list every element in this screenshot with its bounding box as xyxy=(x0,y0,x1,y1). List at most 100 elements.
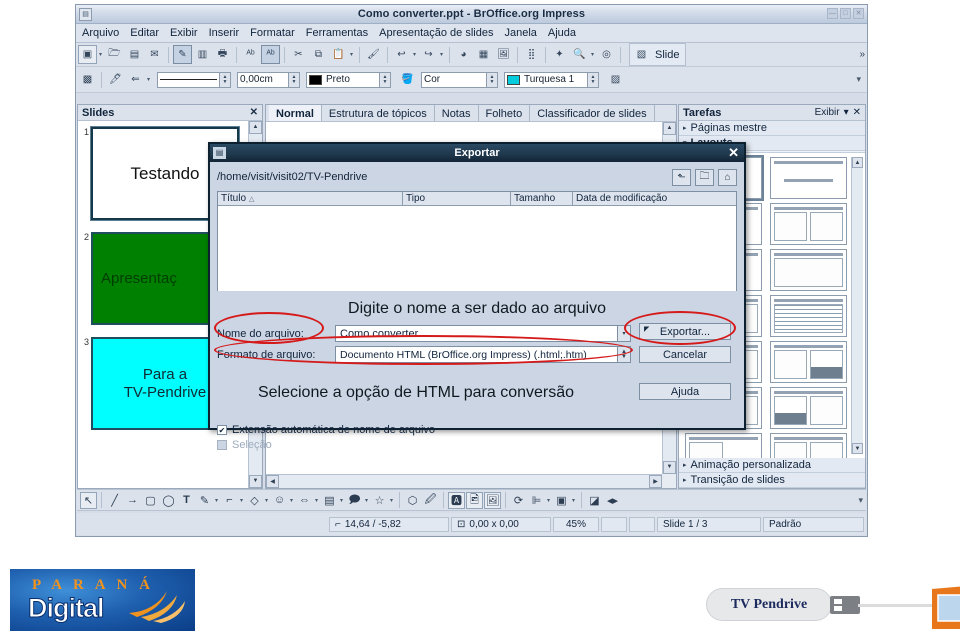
arrange-icon[interactable]: ▣ xyxy=(553,492,570,509)
line-style-combo[interactable] xyxy=(157,71,220,88)
alignment-icon[interactable]: ⊫ xyxy=(528,492,545,509)
menu-editar[interactable]: Editar xyxy=(130,27,159,39)
alignment-dropdown-icon[interactable]: ▾ xyxy=(545,497,552,504)
scroll-up-icon[interactable]: ▲ xyxy=(249,121,262,134)
table-icon[interactable]: ▦ xyxy=(474,45,493,64)
slides-panel-close-icon[interactable]: ✕ xyxy=(250,107,258,118)
fill-color-combo[interactable]: Turquesa 1 xyxy=(504,71,588,88)
fill-style-spinner[interactable]: ▲ ▼ xyxy=(487,71,498,88)
block-arrows-icon[interactable]: ⇔ xyxy=(296,492,313,509)
layout-item-two-content[interactable] xyxy=(770,203,847,245)
basic-shapes-dropdown-icon[interactable]: ▾ xyxy=(263,497,270,504)
tab-classificador-de-slides[interactable]: Classificador de slides xyxy=(530,105,655,121)
new-document-icon[interactable]: ▣ xyxy=(78,45,97,64)
line-color-combo[interactable]: Preto xyxy=(306,71,380,88)
image-icon[interactable]: 🖼 xyxy=(494,45,513,64)
autospellcheck-icon[interactable]: ᴬᵇ xyxy=(261,45,280,64)
menu-ajuda[interactable]: Ajuda xyxy=(548,27,576,39)
scroll-up-icon[interactable]: ▲ xyxy=(663,122,676,135)
help-icon[interactable]: ◎ xyxy=(597,45,616,64)
slide-properties-icon[interactable]: ▩ xyxy=(78,70,97,89)
cancel-button[interactable]: Cancelar xyxy=(639,346,731,363)
copy-icon[interactable]: ⧉ xyxy=(309,45,328,64)
menu-janela[interactable]: Janela xyxy=(504,27,536,39)
gallery-icon[interactable]: 🖼 xyxy=(484,491,501,509)
column-tamanho[interactable]: Tamanho xyxy=(511,192,573,205)
email-icon[interactable]: ✉ xyxy=(145,45,164,64)
canvas-horizontal-scrollbar[interactable]: ◀ ▶ xyxy=(266,474,662,488)
scroll-down-icon[interactable]: ▼ xyxy=(663,461,676,474)
fill-color-spinner[interactable]: ▲ ▼ xyxy=(588,71,599,88)
filename-input[interactable]: Como converter xyxy=(335,325,618,342)
select-icon[interactable]: ↖ xyxy=(80,491,97,509)
column-tipo[interactable]: Tipo xyxy=(403,192,511,205)
zoom-dropdown-icon[interactable]: ▾ xyxy=(589,51,596,58)
area-style-icon[interactable]: 🪣 xyxy=(398,70,417,89)
basic-shapes-icon[interactable]: ◇ xyxy=(246,492,263,509)
task-section-animacao-personalizada[interactable]: ▸ Animação personalizada xyxy=(679,458,865,473)
tab-folheto[interactable]: Folheto xyxy=(479,105,531,121)
new-document-dropdown-icon[interactable]: ▾ xyxy=(97,51,104,58)
menu-formatar[interactable]: Formatar xyxy=(250,27,295,39)
auto-extension-checkbox[interactable]: ✔ xyxy=(217,425,227,435)
line-style-spinner[interactable]: ▲ ▼ xyxy=(220,71,231,88)
effects-icon[interactable]: ✦ xyxy=(550,45,569,64)
menu-apresentacao-de-slides[interactable]: Apresentação de slides xyxy=(379,27,493,39)
menu-arquivo[interactable]: Arquivo xyxy=(82,27,119,39)
filetype-spinner-icon[interactable]: ▲ ▼ xyxy=(618,346,631,363)
stars-dropdown-icon[interactable]: ▾ xyxy=(388,497,395,504)
line-color-spinner[interactable]: ▲ ▼ xyxy=(380,71,391,88)
menu-ferramentas[interactable]: Ferramentas xyxy=(306,27,368,39)
open-icon[interactable]: 🗁 xyxy=(105,45,124,64)
filename-dropdown-icon[interactable]: ▾ xyxy=(618,325,631,342)
layout-item-chart-list-2[interactable] xyxy=(770,387,847,429)
stars-icon[interactable]: ☆ xyxy=(371,492,388,509)
block-arrows-dropdown-icon[interactable]: ▾ xyxy=(313,497,320,504)
create-folder-button[interactable]: 🗀 xyxy=(695,168,714,186)
task-section-transicao-de-slides[interactable]: ▸ Transição de slides xyxy=(679,473,865,488)
arrange-dropdown-icon[interactable]: ▾ xyxy=(570,497,577,504)
arrow-style-dropdown-icon[interactable]: ▾ xyxy=(145,76,152,83)
tasks-view-label[interactable]: Exibir xyxy=(815,107,840,118)
export-pdf-icon[interactable]: ▥ xyxy=(193,45,212,64)
column-data-de-modificacao[interactable]: Data de modificação xyxy=(573,192,736,205)
up-one-level-button[interactable]: ⬑ xyxy=(672,168,691,186)
save-icon[interactable]: ▤ xyxy=(125,45,144,64)
layouts-scrollbar[interactable]: ▲ ▼ xyxy=(851,157,863,454)
close-button[interactable]: ✕ xyxy=(853,8,864,19)
file-list[interactable]: Título △ Tipo Tamanho Data de modificaçã… xyxy=(217,191,737,291)
menu-inserir[interactable]: Inserir xyxy=(209,27,240,39)
curve-icon[interactable]: ✎ xyxy=(196,492,213,509)
filetype-select[interactable]: Documento HTML (BrOffice.org Impress) (.… xyxy=(335,346,618,363)
statusbar-zoom[interactable]: 45% xyxy=(553,516,599,532)
paste-dropdown-icon[interactable]: ▾ xyxy=(348,51,355,58)
glue-points-icon[interactable]: 🖉 xyxy=(422,492,439,509)
minimize-button[interactable]: — xyxy=(827,8,838,19)
rotate-icon[interactable]: ⟳ xyxy=(510,492,527,509)
layout-item-list-chart[interactable] xyxy=(770,341,847,383)
tab-notas[interactable]: Notas xyxy=(435,105,479,121)
fill-style-combo[interactable]: Cor xyxy=(421,71,487,88)
export-button[interactable]: ◤ Exportar... xyxy=(639,323,731,340)
undo-dropdown-icon[interactable]: ▾ xyxy=(411,51,418,58)
default-directory-button[interactable]: ⌂ xyxy=(718,168,737,186)
spellcheck-icon[interactable]: ᴬᵇ xyxy=(241,45,260,64)
symbol-shapes-icon[interactable]: ☺ xyxy=(271,492,288,509)
flowchart-dropdown-icon[interactable]: ▾ xyxy=(338,497,345,504)
callout-dropdown-icon[interactable]: ▾ xyxy=(363,497,370,504)
line-icon[interactable]: ╱ xyxy=(106,492,123,509)
scroll-down-icon[interactable]: ▼ xyxy=(852,443,863,454)
connector-icon[interactable]: ⌐ xyxy=(221,492,238,509)
connector-dropdown-icon[interactable]: ▾ xyxy=(238,497,245,504)
layout-item-title-content[interactable] xyxy=(770,157,847,199)
scroll-left-icon[interactable]: ◀ xyxy=(266,475,279,488)
text-icon[interactable]: T xyxy=(178,492,195,509)
drawing-toolbar-overflow-icon[interactable]: ▾ xyxy=(858,495,863,506)
redo-icon[interactable]: ↪ xyxy=(419,45,438,64)
from-file-icon[interactable]: 🖻 xyxy=(466,491,483,509)
maximize-button[interactable]: □ xyxy=(840,8,851,19)
chart-icon[interactable]: ◕ xyxy=(454,45,473,64)
line-fill-overflow-icon[interactable]: ▾ xyxy=(856,74,861,85)
shadow-icon[interactable]: ◪ xyxy=(586,492,603,509)
dialog-close-icon[interactable]: ✕ xyxy=(728,146,739,159)
